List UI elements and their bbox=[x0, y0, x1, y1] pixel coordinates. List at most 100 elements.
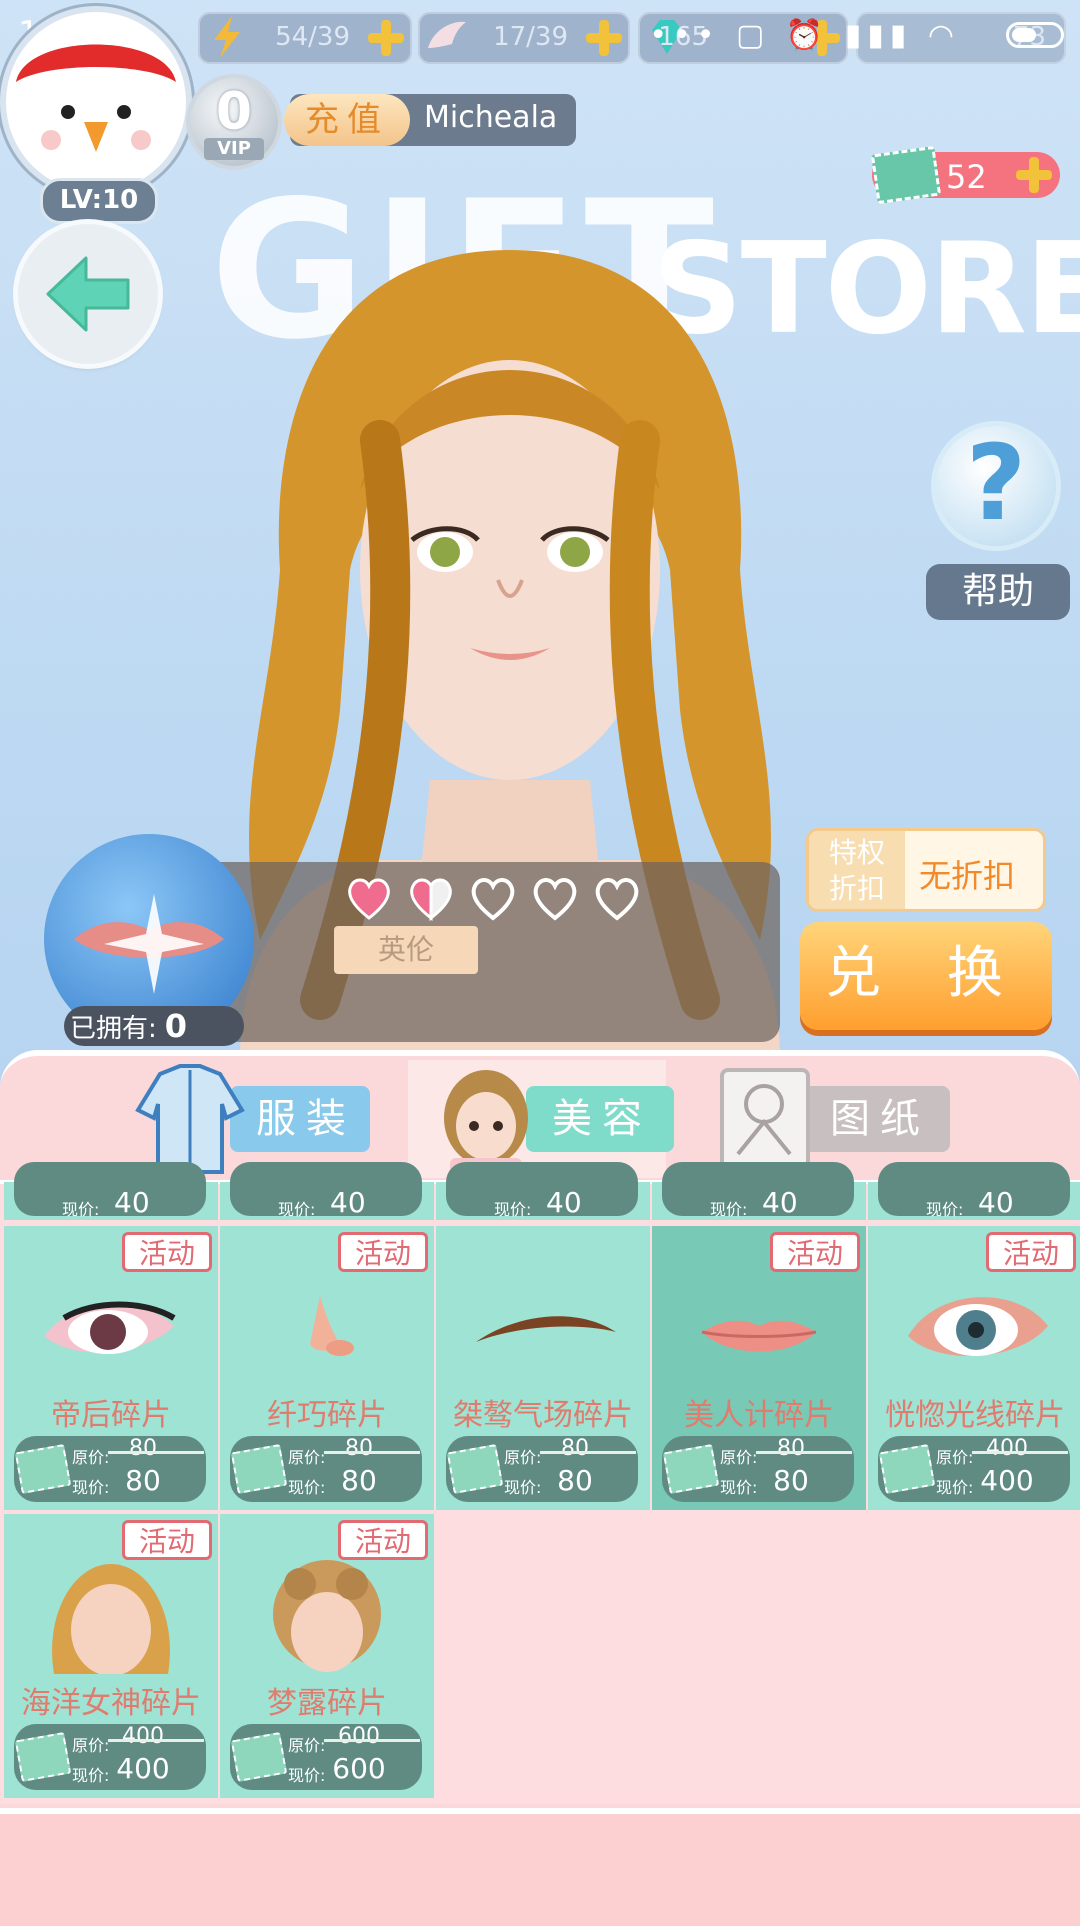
shirt-icon bbox=[135, 1064, 245, 1174]
price-box: 原价: 80 现价: 80 bbox=[230, 1436, 422, 1502]
hair-wavy-icon bbox=[52, 1564, 170, 1674]
item-card[interactable]: 活动 梦露碎片 原价: 600 现价: 600 bbox=[220, 1514, 434, 1798]
price-now-label: 现价: bbox=[288, 1478, 326, 1497]
strike-line bbox=[756, 1451, 852, 1454]
item-name: 海洋女神碎片 bbox=[21, 1686, 201, 1721]
vip-tag: VIP bbox=[204, 138, 264, 160]
price-orig-label: 原价: bbox=[720, 1448, 758, 1467]
rating-hearts bbox=[345, 874, 655, 926]
price-orig-value: 80 bbox=[129, 1436, 157, 1461]
tab-beauty[interactable]: 美容 bbox=[430, 1060, 674, 1178]
partial-row-card[interactable]: 现价: 40 bbox=[436, 1162, 650, 1220]
heart-empty-icon bbox=[533, 878, 577, 921]
tab-blueprint[interactable]: 图纸 bbox=[708, 1060, 950, 1178]
help-button[interactable]: ? bbox=[936, 422, 1056, 546]
discount-label-line1: 特权 bbox=[828, 836, 885, 869]
player-avatar[interactable] bbox=[6, 12, 186, 192]
strike-line bbox=[324, 1739, 420, 1742]
strike-line bbox=[972, 1451, 1068, 1454]
heart-half-icon bbox=[410, 878, 452, 922]
strike-line bbox=[108, 1739, 204, 1742]
voucher-value: 52 bbox=[946, 158, 987, 196]
back-button[interactable] bbox=[18, 224, 158, 364]
owned-value: 0 bbox=[164, 1007, 188, 1045]
help-label[interactable]: 帮助 bbox=[926, 564, 1070, 620]
lips-icon bbox=[701, 1320, 817, 1352]
exchange-button[interactable]: 兑 换 bbox=[800, 922, 1052, 1030]
price-now-value: 400 bbox=[116, 1752, 170, 1785]
price-orig-label: 原价: bbox=[504, 1448, 542, 1467]
chicken-avatar-icon bbox=[16, 44, 176, 192]
price-now-label: 现价: bbox=[278, 1200, 316, 1219]
price-now-label: 现价: bbox=[288, 1766, 326, 1785]
price-now-label: 现价: bbox=[720, 1478, 758, 1497]
voucher-ticket-icon bbox=[446, 1443, 504, 1495]
item-card[interactable]: 活动 纤巧碎片 原价: 80 现价: 80 bbox=[220, 1226, 434, 1510]
hair-curly-icon bbox=[273, 1560, 381, 1672]
price-now-label: 现价: bbox=[72, 1766, 110, 1785]
price-now-label: 现价: bbox=[494, 1200, 532, 1219]
partial-row-card[interactable]: 现价: 40 bbox=[4, 1162, 218, 1220]
item-card[interactable]: 桀骜气场碎片 原价: 80 现价: 80 bbox=[436, 1226, 650, 1510]
add-energy-button[interactable] bbox=[366, 18, 406, 58]
energy-resource[interactable]: 54/39 bbox=[198, 12, 412, 64]
price-orig-value: 400 bbox=[122, 1724, 164, 1749]
nose-icon bbox=[310, 1296, 354, 1356]
question-icon: ? bbox=[965, 422, 1027, 544]
price-now-label: 现价: bbox=[504, 1478, 542, 1497]
item-name: 恍惚光线碎片 bbox=[885, 1398, 1065, 1433]
item-card[interactable]: 活动 海洋女神碎片 原价: 400 现价: 400 bbox=[4, 1514, 218, 1798]
price-now-label: 现价: bbox=[72, 1478, 110, 1497]
price-box: 原价: 400 现价: 400 bbox=[14, 1724, 206, 1790]
energy-icon bbox=[214, 16, 240, 58]
player-name: Micheala bbox=[424, 100, 558, 135]
recharge-button[interactable]: 充值 bbox=[284, 94, 410, 146]
item-card[interactable]: 活动 帝后碎片 原价: 80 现价: 80 bbox=[4, 1226, 218, 1510]
price-now-label: 现价: bbox=[926, 1200, 964, 1219]
item-name: 纤巧碎片 bbox=[267, 1398, 387, 1433]
beauty-girl-icon bbox=[444, 1070, 528, 1176]
add-voucher-button[interactable] bbox=[1014, 155, 1054, 195]
voucher-ticket-icon bbox=[230, 1731, 288, 1783]
price-now-value: 80 bbox=[341, 1464, 377, 1497]
item-card[interactable]: 活动 恍惚光线碎片 原价: 400 现价: 400 bbox=[868, 1226, 1080, 1510]
strike-line bbox=[108, 1451, 204, 1454]
vip-badge[interactable]: 0 VIP bbox=[190, 78, 278, 166]
partial-row-card[interactable]: 现价: 40 bbox=[652, 1162, 866, 1220]
price-orig-value: 80 bbox=[777, 1436, 805, 1461]
wing-icon bbox=[428, 21, 466, 48]
add-wing-button[interactable] bbox=[584, 18, 624, 58]
partial-row-card[interactable]: 现价: 40 bbox=[868, 1162, 1080, 1220]
price-now-label: 现价: bbox=[710, 1200, 748, 1219]
price-now-value: 40 bbox=[114, 1186, 150, 1219]
battery-icon bbox=[1006, 22, 1064, 48]
strike-line bbox=[540, 1451, 636, 1454]
player-level: LV:10 bbox=[40, 178, 158, 224]
price-now-value: 80 bbox=[125, 1464, 161, 1497]
price-orig-label: 原价: bbox=[936, 1448, 974, 1467]
price-box: 原价: 600 现价: 600 bbox=[230, 1724, 422, 1790]
partial-row-card[interactable]: 现价: 40 bbox=[220, 1162, 434, 1220]
price-box: 原价: 80 现价: 80 bbox=[14, 1436, 206, 1502]
price-box: 原价: 400 现价: 400 bbox=[878, 1436, 1070, 1502]
price-now-value: 80 bbox=[557, 1464, 593, 1497]
price-now-value: 40 bbox=[762, 1186, 798, 1219]
price-orig-label: 原价: bbox=[288, 1736, 326, 1755]
wing-resource[interactable]: 17/39 bbox=[418, 12, 630, 64]
price-now-label: 现价: bbox=[936, 1478, 974, 1497]
price-now-value: 40 bbox=[546, 1186, 582, 1219]
item-card-selected[interactable]: 活动 美人计碎片 原价: 80 现价: 80 bbox=[652, 1226, 866, 1510]
item-name: 帝后碎片 bbox=[51, 1398, 171, 1433]
price-now-value: 400 bbox=[980, 1464, 1034, 1497]
voucher-ticket-icon bbox=[230, 1443, 288, 1495]
eyebrow-icon bbox=[476, 1316, 616, 1342]
price-now-value: 40 bbox=[978, 1186, 1014, 1219]
item-name: 美人计碎片 bbox=[684, 1398, 834, 1433]
tab-clothing[interactable]: 服装 bbox=[130, 1060, 370, 1178]
price-now-value: 40 bbox=[330, 1186, 366, 1219]
voucher-ticket-icon bbox=[662, 1443, 720, 1495]
system-status-icons: ••• ▢ ⏰ ▮▮▮ ◠ bbox=[649, 18, 960, 53]
price-orig-value: 80 bbox=[345, 1436, 373, 1461]
price-orig-value: 80 bbox=[561, 1436, 589, 1461]
eye-makeup-icon bbox=[44, 1301, 176, 1354]
